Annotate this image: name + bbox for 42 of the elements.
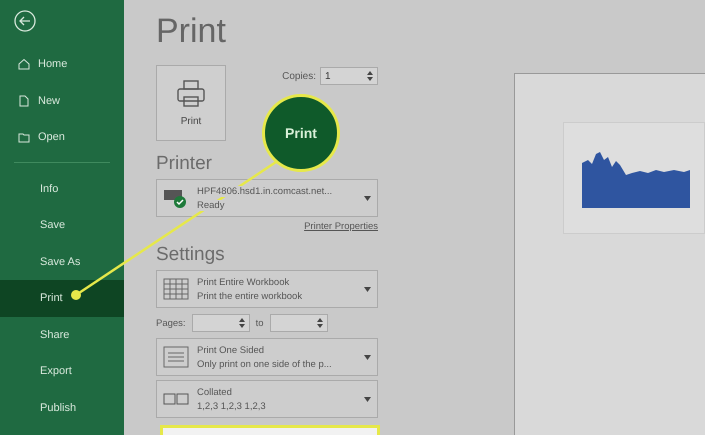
spin-arrows-icon bbox=[238, 317, 245, 329]
home-icon bbox=[18, 58, 30, 70]
pages-to-field[interactable] bbox=[270, 314, 328, 332]
printer-icon bbox=[176, 80, 206, 108]
settings-dropdown[interactable]: Print One Sided Only print on one side of the p... bbox=[156, 338, 378, 376]
settings-dropdown[interactable]: Print Entire Workbook Print the entire workbook bbox=[156, 270, 378, 308]
sidebar-item[interactable]: Share bbox=[0, 316, 124, 353]
printer-ready-icon bbox=[163, 187, 189, 209]
sidebar-item[interactable]: Home bbox=[0, 46, 124, 82]
sidebar-item[interactable]: Save bbox=[0, 207, 124, 244]
sidebar-item[interactable]: Publish bbox=[0, 390, 124, 426]
spin-arrows-icon bbox=[316, 317, 323, 329]
print-callout-button[interactable]: Print bbox=[262, 94, 340, 172]
page-icon bbox=[163, 346, 189, 368]
pages-from-field[interactable] bbox=[192, 314, 250, 332]
pages-label: Pages: bbox=[156, 318, 186, 328]
caret-icon bbox=[364, 396, 371, 402]
collate-icon bbox=[163, 392, 189, 406]
to-label: to bbox=[256, 318, 264, 328]
spreadsheet-icon bbox=[163, 278, 189, 300]
folder-icon bbox=[18, 131, 30, 144]
caret-icon bbox=[364, 286, 371, 292]
settings-dropdown[interactable]: Collated 1,2,3 1,2,3 1,2,3 bbox=[156, 380, 378, 418]
back-icon[interactable] bbox=[14, 10, 36, 32]
sidebar-item[interactable]: Print bbox=[0, 280, 124, 316]
sidebar-item[interactable]: New bbox=[0, 82, 124, 119]
printer-dropdown[interactable]: HPF4806.hsd1.in.comcast.net... Ready bbox=[156, 179, 378, 217]
sidebar-item[interactable]: Export bbox=[0, 353, 124, 390]
caret-icon bbox=[364, 196, 371, 200]
settings-heading: Settings bbox=[156, 244, 226, 266]
copies-field[interactable]: 1 bbox=[320, 67, 378, 85]
copies-label: Copies: bbox=[282, 70, 316, 82]
print-button[interactable]: Print bbox=[156, 65, 226, 141]
document-icon bbox=[18, 94, 30, 107]
sidebar-item[interactable]: Open bbox=[0, 119, 124, 156]
caret-icon bbox=[364, 354, 371, 360]
sidebar-item[interactable]: Save As bbox=[0, 244, 124, 280]
sidebar-item[interactable]: Info bbox=[0, 170, 124, 207]
spin-arrows-icon bbox=[367, 70, 373, 82]
printer-heading: Printer bbox=[156, 153, 213, 175]
printer-properties-link[interactable]: Printer Properties bbox=[304, 221, 378, 232]
page-title: Print bbox=[156, 12, 227, 51]
